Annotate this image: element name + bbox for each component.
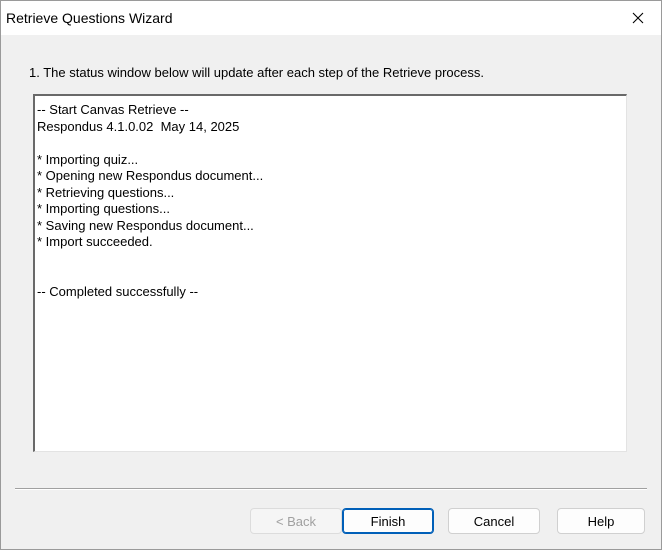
cancel-button[interactable]: Cancel (448, 508, 540, 534)
close-icon (632, 12, 644, 24)
help-button[interactable]: Help (557, 508, 645, 534)
title-bar[interactable]: Retrieve Questions Wizard (1, 1, 661, 35)
instruction-text: 1. The status window below will update a… (29, 65, 485, 80)
finish-button[interactable]: Finish (342, 508, 434, 534)
button-divider (15, 488, 647, 490)
status-window[interactable]: -- Start Canvas Retrieve -- Respondus 4.… (33, 94, 627, 452)
back-button[interactable]: < Back (250, 508, 342, 534)
close-button[interactable] (615, 1, 661, 35)
window-title: Retrieve Questions Wizard (6, 10, 173, 26)
status-log-text: -- Start Canvas Retrieve -- Respondus 4.… (37, 102, 264, 299)
retrieve-questions-wizard-dialog: Retrieve Questions Wizard 1. The status … (0, 0, 662, 550)
